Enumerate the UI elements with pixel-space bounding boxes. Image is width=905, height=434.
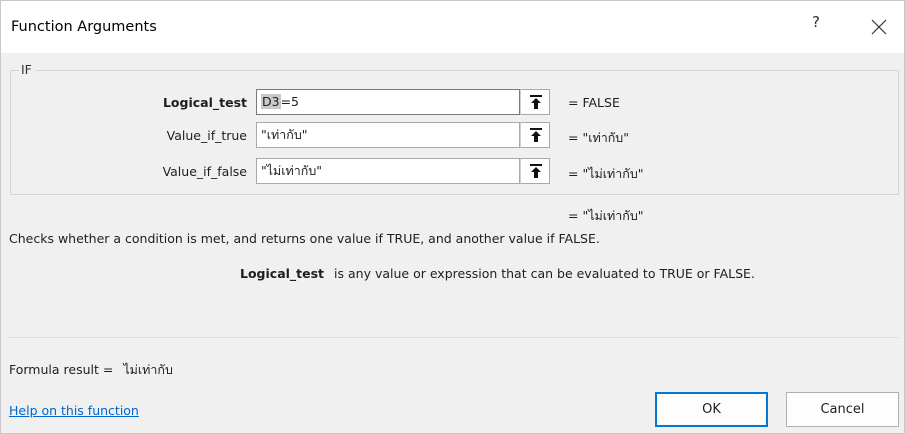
argument-description-text: is any value or expression that can be e… [334,266,755,281]
help-icon[interactable]: ? [807,13,825,37]
formula-result-value: ไม่เท่ากับ [123,362,173,377]
collapse-dialog-icon [530,95,542,109]
value-if-true-label: Value_if_true [166,128,247,143]
value-if-false-label: Value_if_false [162,164,247,179]
value-if-true-input[interactable]: "เท่ากับ" [256,122,520,148]
logical-test-label: Logical_test [162,95,247,110]
value-if-true-collapse-button[interactable] [520,122,550,148]
separator [8,337,899,338]
function-result: = "ไม่เท่ากับ" [568,208,644,223]
value-if-true-result: = "เท่ากับ" [568,130,629,145]
logical-test-input[interactable]: D3=5 [256,89,520,115]
collapse-dialog-icon [530,128,542,142]
argument-description: Logical_test is any value or expression t… [240,266,755,281]
selected-text: D3 [261,94,281,109]
close-icon[interactable] [865,13,893,41]
dialog-title: Function Arguments [11,19,157,35]
function-name: IF [19,62,36,77]
function-arguments-dialog: Function Arguments ? IF Logical_test D3=… [0,0,905,434]
ok-button[interactable]: OK [655,392,768,427]
title-bar: Function Arguments ? [1,1,904,53]
formula-result-label: Formula result = [9,362,114,377]
value-if-false-result: = "ไม่เท่ากับ" [568,166,644,181]
logical-test-result: = FALSE [568,95,620,110]
logical-test-collapse-button[interactable] [520,89,550,115]
value-if-false-collapse-button[interactable] [520,158,550,184]
formula-result: Formula result = ไม่เท่ากับ [9,360,173,380]
help-on-function-link[interactable]: Help on this function [9,403,139,418]
value-if-false-input[interactable]: "ไม่เท่ากับ" [256,158,520,184]
collapse-dialog-icon [530,164,542,178]
input-text: =5 [280,94,300,109]
cancel-button[interactable]: Cancel [786,392,899,427]
function-description: Checks whether a condition is met, and r… [9,231,600,246]
argument-description-name: Logical_test [240,266,325,281]
